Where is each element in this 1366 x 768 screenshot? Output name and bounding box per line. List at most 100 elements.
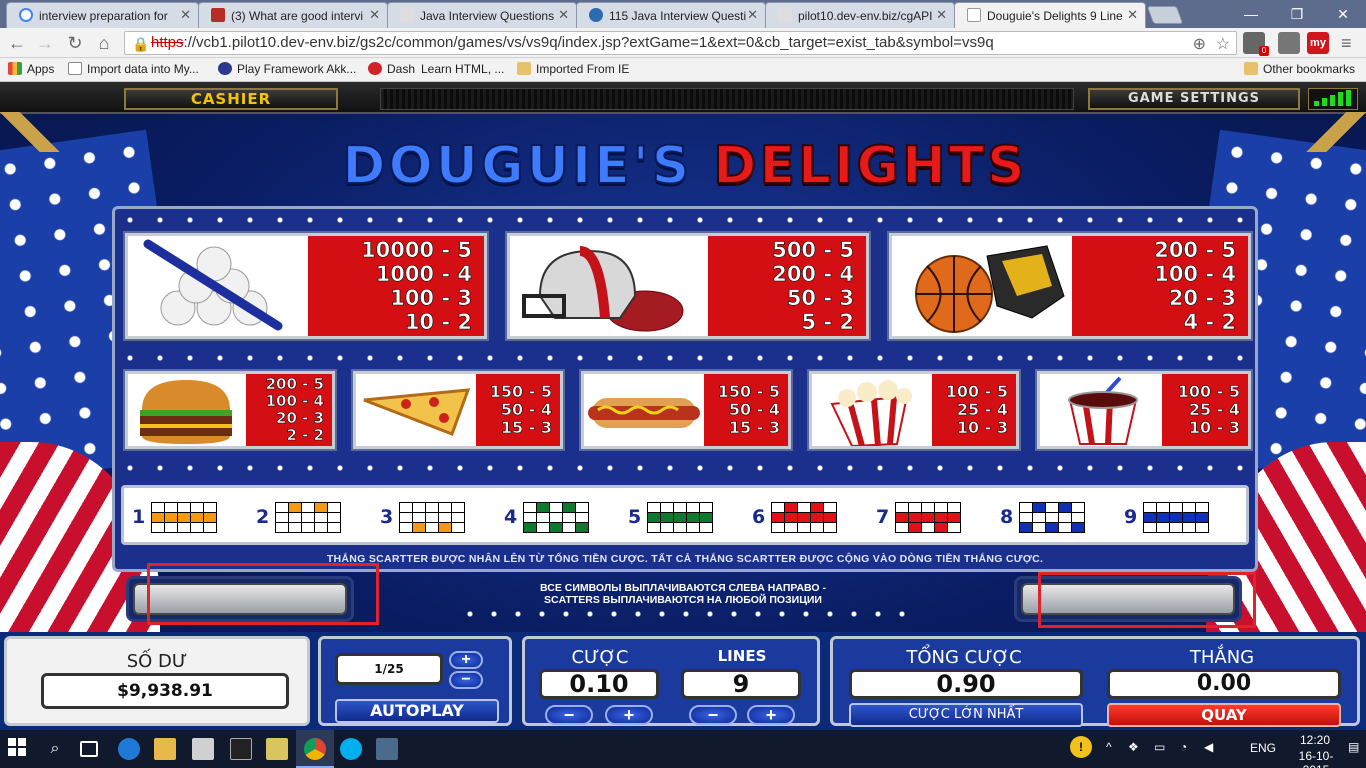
lines-minus-button[interactable]: − [689,705,737,725]
pay-2: 2 - 2 [286,426,324,444]
tab-java-interview[interactable]: Java Interview Questions ✕ [387,2,577,28]
close-icon[interactable]: ✕ [936,7,947,23]
bookmark-import-data[interactable]: Import data into My... [68,62,199,76]
bookmark-imported-from-ie[interactable]: Imported From IE [517,62,629,76]
edge-icon[interactable] [118,738,140,760]
maximize-button[interactable]: ❐ [1274,0,1320,28]
bookmarks-bar: Apps Import data into My... Play Framewo… [0,58,1366,82]
cashier-button[interactable]: CASHIER [124,88,338,110]
game-settings-button[interactable]: GAME SETTINGS [1088,88,1300,110]
highlight-box-right [1038,572,1256,628]
windows-start-icon[interactable] [8,738,30,760]
my-extension-icon[interactable]: my [1307,32,1329,54]
windows-taskbar: ⌕ ! ^ ❖ ▭ ◔ ◀ ENG 12:20 16-10-2015 ▤ [0,730,1366,768]
tab-label: interview preparation for [39,9,168,23]
symbol-card-basketball: 200 - 5 100 - 4 20 - 3 4 - 2 [889,233,1251,339]
autoplay-button[interactable]: AUTOPLAY [335,699,499,723]
pay-3: 20 - 3 [276,409,325,427]
pay-3: 10 - 3 [956,418,1009,437]
game-title: DOUGUIE'S DELIGHTS [238,139,1132,193]
payline-4: 4 [504,501,590,533]
bookmark-play-framework[interactable]: Play Framework Akk... [218,62,356,76]
url-text: ://vcb1.pilot10.dev-env.biz/gs2c/common/… [183,34,994,51]
google-icon [19,8,33,22]
paytable-values: 10000 - 5 1000 - 4 100 - 3 10 - 2 [308,236,484,336]
browser-toolbar: ← → ↻ ⌂ 🔒 https://vcb1.pilot10.dev-env.b… [0,28,1366,58]
store-icon[interactable] [192,738,214,760]
bookmark-learn-html[interactable]: Learn HTML, ... [421,62,504,76]
lines-plus-button[interactable]: + [747,705,795,725]
pay-4: 25 - 4 [1188,400,1241,419]
address-bar[interactable]: 🔒 https://vcb1.pilot10.dev-env.biz/gs2c/… [124,31,1237,55]
payline-grid [523,501,590,533]
max-bet-button[interactable]: CƯỢC LỚN NHẤT [849,703,1083,727]
close-window-button[interactable]: ✕ [1320,0,1366,28]
window-app-icon[interactable] [376,738,398,760]
bookmark-apps[interactable]: Apps [8,62,54,76]
payline-grid [151,501,218,533]
file-explorer-icon[interactable] [154,738,176,760]
pay-4: 100 - 4 [1154,262,1236,287]
tab-interview-preparation[interactable]: interview preparation for ✕ [6,2,199,28]
tab-label: Douguie's Delights 9 Line [987,9,1123,23]
reload-icon[interactable]: ↻ [64,32,86,54]
volume-icon[interactable]: ◀ [1204,740,1213,754]
autoplay-plus-button[interactable]: + [449,651,483,669]
close-icon[interactable]: ✕ [558,7,569,23]
paytable-values: 150 - 5 50 - 4 15 - 3 [704,374,788,446]
terminal-icon[interactable] [230,738,252,760]
paytable-values: 150 - 5 50 - 4 15 - 3 [476,374,560,446]
back-arrow-icon[interactable]: ← [6,32,28,54]
home-icon[interactable]: ⌂ [93,32,115,54]
bookmark-label: Play Framework Akk... [237,62,357,76]
rules-line-2: SCATTERS ВЫПЛАЧИВАЮТСЯ НА ЛЮБОЙ ПОЗИЦИИ [544,594,822,606]
dropbox-icon[interactable]: ❖ [1128,740,1139,754]
pay-5: 150 - 5 [717,382,780,401]
battery-icon[interactable]: ▭ [1154,740,1165,754]
spin-button[interactable]: QUAY [1107,703,1341,727]
pay-5: 100 - 5 [945,382,1008,401]
close-icon[interactable]: ✕ [747,7,758,23]
bet-plus-button[interactable]: + [605,705,653,725]
autoplay-minus-button[interactable]: − [449,671,483,689]
bookmark-dash[interactable]: Dash [368,62,415,76]
eyedropper-extension-icon[interactable] [1278,32,1300,54]
tab-douguies-delights[interactable]: Douguie's Delights 9 Line ✕ [954,2,1146,28]
task-view-icon[interactable] [80,741,98,757]
notifications-icon[interactable]: ▤ [1348,740,1359,754]
zoom-icon[interactable]: ⊕ [1193,34,1206,54]
pay-4: 100 - 4 [265,392,324,410]
close-icon[interactable]: ✕ [1127,7,1138,23]
forward-arrow-icon[interactable]: → [34,32,56,54]
play-icon [218,62,232,75]
tray-up-chevron-icon[interactable]: ^ [1106,740,1112,754]
pay-2: 5 - 2 [801,310,854,335]
tab-quora[interactable]: (3) What are good intervi ✕ [198,2,388,28]
notepad-icon[interactable] [266,738,288,760]
other-bookmarks[interactable]: Other bookmarks [1244,62,1355,76]
minimize-button[interactable]: — [1228,0,1274,28]
clock-date[interactable]: 16-10-2015 [1286,749,1346,768]
payline-3: 3 [380,501,466,533]
chrome-taskbar-item[interactable] [296,730,334,768]
warning-icon[interactable]: ! [1070,736,1092,758]
menu-icon[interactable]: ≡ [1341,33,1352,54]
payline-grid [895,501,962,533]
payline-5: 5 [628,501,714,533]
close-icon[interactable]: ✕ [180,7,191,23]
language-indicator[interactable]: ENG [1250,741,1276,755]
clock-time[interactable]: 12:20 [1290,733,1340,747]
tab-115-java[interactable]: 115 Java Interview Questi ✕ [576,2,766,28]
close-icon[interactable]: ✕ [369,7,380,23]
balance-label: SỐ DƯ [126,651,188,672]
paytable-values: 200 - 5 100 - 4 20 - 3 2 - 2 [246,374,332,446]
search-icon[interactable]: ⌕ [44,738,66,760]
bookmark-star-icon[interactable]: ☆ [1216,34,1230,54]
bet-minus-button[interactable]: − [545,705,593,725]
skype-icon[interactable] [340,738,362,760]
extension-badge: 0 [1259,46,1269,56]
tab-pilot10[interactable]: pilot10.dev-env.biz/cgAPI ✕ [765,2,955,28]
wifi-icon[interactable]: ◔ [1180,740,1187,754]
payline-grid [771,501,838,533]
new-tab-button[interactable] [1146,6,1184,24]
